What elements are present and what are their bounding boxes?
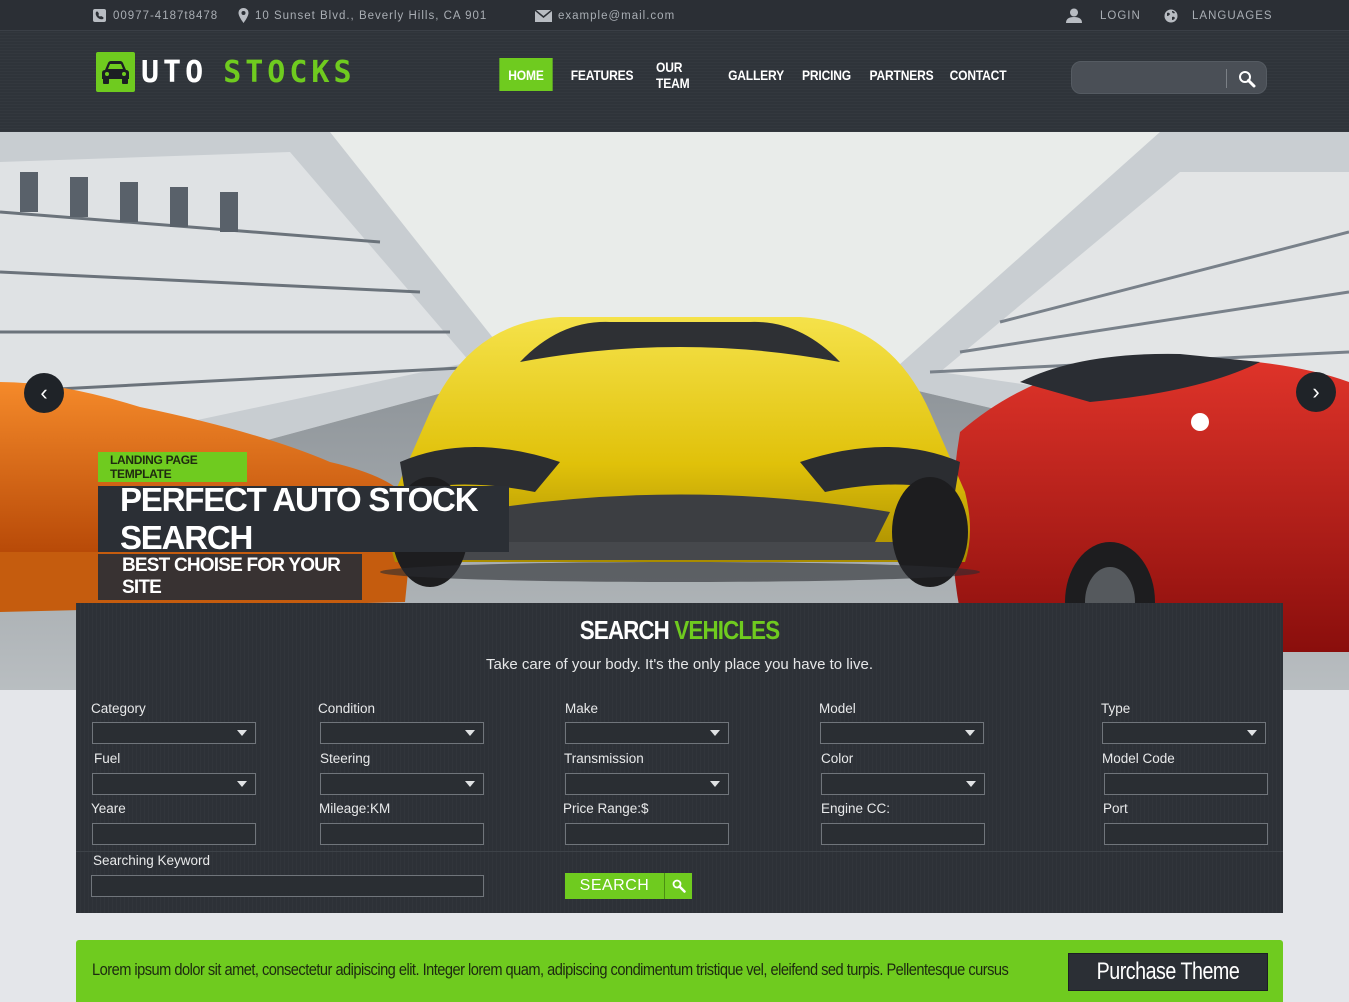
field-label-steering: Steering [320, 751, 371, 766]
field-label-condition: Condition [318, 701, 376, 716]
promo-bar: Lorem ipsum dolor sit amet, consectetur … [76, 940, 1283, 1002]
port-input[interactable] [1104, 823, 1268, 845]
map-pin-icon [238, 8, 249, 23]
chevron-left-icon: ‹ [40, 380, 48, 405]
search-button-icon-area[interactable] [665, 873, 692, 899]
brand-name[interactable]: UTO STOCKS [141, 55, 356, 90]
field-label-port: Port [1103, 801, 1128, 816]
search-vehicles-panel: SEARCH VEHICLES Take care of your body. … [76, 603, 1283, 913]
address-text: 10 Sunset Blvd., Beverly Hills, CA 901 [255, 9, 488, 22]
panel-subtitle: Take care of your body. It's the only pl… [486, 656, 873, 673]
chevron-down-icon [966, 781, 976, 787]
phone-info: 00977-4187t8478 [92, 0, 218, 31]
steering-select[interactable] [320, 773, 484, 795]
mail-icon [535, 9, 552, 22]
login-label[interactable]: LOGIN [1100, 10, 1141, 22]
brand-part1: UTO [141, 55, 208, 90]
globe-icon [1164, 9, 1178, 22]
chevron-down-icon [965, 730, 975, 736]
nav-home[interactable]: HOME [499, 58, 553, 91]
field-label-type: Type [1101, 701, 1131, 716]
type-select[interactable] [1102, 722, 1266, 744]
price-range-input[interactable] [565, 823, 729, 845]
field-label-keyword: Searching Keyword [93, 853, 211, 868]
year-input[interactable] [92, 823, 256, 845]
chevron-down-icon [465, 781, 475, 787]
engine-cc-input[interactable] [821, 823, 985, 845]
nav-our-team[interactable]: OUR TEAM [646, 58, 717, 91]
chevron-down-icon [1247, 730, 1257, 736]
field-label-price-range: Price Range:$ [563, 801, 649, 816]
hero-title: PERFECT AUTO STOCK SEARCH [98, 481, 509, 556]
panel-title-part1: SEARCH [579, 615, 670, 645]
nav-contact[interactable]: CONTACT [945, 58, 1010, 91]
car-icon [102, 61, 129, 84]
chevron-down-icon [237, 781, 247, 787]
brand-part2: STOCKS [223, 55, 356, 90]
search-button[interactable]: SEARCH [565, 873, 692, 899]
login-link[interactable]: LOGIN [1066, 0, 1141, 31]
nav-pricing[interactable]: PRICING [795, 58, 858, 91]
field-label-fuel: Fuel [94, 751, 121, 766]
model-code-input[interactable] [1104, 773, 1268, 795]
chevron-down-icon [710, 730, 720, 736]
panel-title: SEARCH VEHICLES [160, 615, 1198, 646]
chevron-down-icon [237, 730, 247, 736]
slider-next-button[interactable]: › [1296, 372, 1336, 412]
field-label-engine-cc: Engine CC: [821, 801, 891, 816]
hero-tag: LANDING PAGE TEMPLATE [98, 452, 247, 482]
languages-link[interactable]: LANGUAGES [1164, 0, 1273, 31]
chevron-right-icon: › [1312, 379, 1320, 404]
transmission-select[interactable] [565, 773, 729, 795]
purchase-theme-button[interactable]: Purchase Theme [1068, 953, 1268, 991]
field-label-make: Make [565, 701, 599, 716]
hero-subtitle: BEST CHOISE FOR YOUR SITE [98, 554, 362, 600]
address-info: 10 Sunset Blvd., Beverly Hills, CA 901 [238, 0, 487, 31]
model-select[interactable] [820, 722, 984, 744]
header-search[interactable] [1071, 61, 1267, 94]
search-button-label[interactable]: SEARCH [565, 873, 664, 899]
user-icon [1066, 8, 1082, 23]
site-header: UTO STOCKS HOME FEATURES OUR TEAM GALLERY… [0, 31, 1349, 132]
panel-title-part2: VEHICLES [674, 615, 780, 645]
condition-select[interactable] [320, 722, 484, 744]
email-text[interactable]: example@mail.com [558, 10, 675, 22]
field-label-model-code: Model Code [1102, 751, 1175, 766]
field-label-category: Category [91, 701, 146, 716]
field-label-transmission: Transmission [564, 751, 644, 766]
nav-gallery[interactable]: GALLERY [727, 58, 785, 91]
phone-text: 00977-4187t8478 [113, 9, 219, 22]
fuel-select[interactable] [92, 773, 256, 795]
chevron-down-icon [465, 730, 475, 736]
panel-divider [76, 851, 1283, 852]
field-label-mileage: Mileage:KM [319, 801, 391, 816]
nav-partners[interactable]: PARTNERS [868, 58, 934, 91]
category-select[interactable] [92, 722, 256, 744]
mileage-input[interactable] [320, 823, 484, 845]
slider-prev-button[interactable]: ‹ [24, 373, 64, 413]
languages-label[interactable]: LANGUAGES [1192, 10, 1273, 22]
search-icon [672, 879, 686, 893]
keyword-input[interactable] [91, 875, 484, 897]
make-select[interactable] [565, 722, 729, 744]
email-info[interactable]: example@mail.com [535, 0, 675, 31]
nav-features[interactable]: FEATURES [568, 58, 637, 91]
color-select[interactable] [821, 773, 985, 795]
field-label-model: Model [819, 701, 856, 716]
field-label-year: Yeare [91, 801, 126, 816]
purchase-theme-label[interactable]: Purchase Theme [1097, 958, 1240, 986]
field-label-color: Color [821, 751, 854, 766]
phone-icon [93, 9, 106, 22]
top-bar: 00977-4187t8478 10 Sunset Blvd., Beverly… [0, 0, 1349, 31]
chevron-down-icon [710, 781, 720, 787]
search-icon[interactable] [1238, 70, 1256, 88]
logo[interactable] [96, 52, 135, 92]
promo-text: Lorem ipsum dolor sit amet, consectetur … [92, 960, 1009, 979]
search-separator [1226, 69, 1227, 88]
